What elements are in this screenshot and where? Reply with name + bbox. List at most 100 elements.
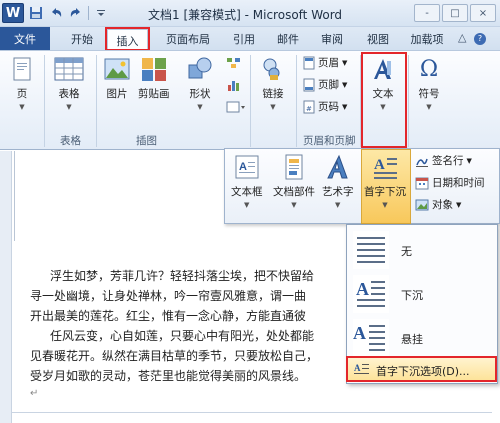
redo-icon[interactable] bbox=[68, 5, 84, 21]
page-bottom-edge bbox=[12, 412, 492, 413]
picture-icon bbox=[103, 55, 131, 83]
save-icon[interactable] bbox=[28, 5, 44, 21]
paragraph-mark: ↵ bbox=[30, 388, 39, 399]
word-app-icon[interactable]: W bbox=[2, 3, 24, 23]
shapes-button[interactable]: 形状 ▼ bbox=[186, 55, 214, 111]
wordart-button[interactable]: 艺术字 ▼ bbox=[322, 153, 354, 209]
date-time-label: 日期和时间 bbox=[432, 177, 485, 189]
svg-text:A: A bbox=[356, 279, 369, 299]
link-button[interactable]: 链接 ▼ bbox=[259, 55, 287, 111]
wordart-label: 艺术字 bbox=[322, 186, 354, 198]
tab-review[interactable]: 审阅 bbox=[312, 27, 352, 50]
insert-tab-highlight bbox=[105, 27, 150, 51]
link-label: 链接 bbox=[262, 88, 284, 100]
dropcap-margin-icon: A bbox=[353, 319, 389, 357]
signature-line-label: 签名行 bbox=[432, 155, 464, 167]
dropcap-none-label: 无 bbox=[401, 245, 412, 258]
textbox-button[interactable]: A 文本框 ▼ bbox=[231, 153, 263, 209]
undo-icon[interactable] bbox=[48, 5, 64, 21]
signature-line-button[interactable]: 签名行 ▼ bbox=[415, 153, 472, 168]
dropcap-options-icon: A bbox=[354, 363, 369, 374]
minimize-button[interactable]: - bbox=[414, 4, 440, 22]
symbol-button[interactable]: Ω 符号 ▼ bbox=[415, 55, 443, 112]
shapes-icon bbox=[186, 55, 214, 83]
chevron-down-icon: ▼ bbox=[19, 103, 25, 111]
quick-parts-button[interactable]: 文档部件 ▼ bbox=[273, 153, 315, 209]
group-separator bbox=[96, 55, 97, 147]
page-number-button[interactable]: # 页码 ▼ bbox=[303, 99, 347, 114]
dropcap-option-none[interactable]: 无 bbox=[347, 229, 497, 273]
quick-parts-label: 文档部件 bbox=[273, 186, 315, 198]
chevron-down-icon: ▼ bbox=[335, 201, 341, 209]
dropcap-dropped-icon: A bbox=[353, 275, 389, 313]
doc-line-2: 寻一处幽境，让身处禅林，吟一帘壹风雅意，谓一曲 bbox=[30, 289, 307, 303]
header-button[interactable]: 页眉 ▼ bbox=[303, 55, 347, 70]
omega-icon: Ω bbox=[419, 56, 439, 82]
quick-parts-icon bbox=[280, 153, 308, 181]
doc-line-6: 受岁月如歌的灵动，苍茫里也能觉得美丽的风景线。 bbox=[30, 369, 307, 383]
page-icon bbox=[8, 55, 36, 83]
dropcap-options-label: 首字下沉选项(D)... bbox=[376, 365, 470, 378]
tab-file[interactable]: 文件 bbox=[0, 27, 50, 50]
ribbon-collapse-icon[interactable]: △ bbox=[458, 31, 466, 44]
chevron-down-icon: ▼ bbox=[66, 103, 72, 111]
tab-home[interactable]: 开始 bbox=[60, 27, 104, 50]
chevron-down-icon: ▼ bbox=[426, 103, 432, 111]
table-button[interactable]: 表格 ▼ bbox=[52, 55, 86, 111]
shapes-label: 形状 bbox=[189, 88, 211, 100]
symbol-label: 符号 bbox=[418, 88, 440, 100]
chevron-down-icon: ▼ bbox=[342, 80, 348, 89]
tab-addins[interactable]: 加载项 bbox=[402, 27, 452, 50]
group-label-header-footer: 页眉和页脚 bbox=[303, 135, 356, 147]
window-title: 文档1 [兼容模式] - Microsoft Word bbox=[148, 8, 343, 22]
left-ruler bbox=[0, 151, 12, 423]
object-label: 对象 bbox=[432, 199, 453, 211]
help-icon[interactable]: ? bbox=[473, 33, 486, 45]
help-area: △ ? bbox=[458, 31, 486, 45]
group-separator bbox=[44, 55, 45, 147]
tab-page-layout[interactable]: 页面布局 bbox=[156, 27, 220, 50]
smartart-icon[interactable] bbox=[226, 55, 242, 70]
dropcap-option-margin[interactable]: A 悬挂 bbox=[347, 317, 497, 361]
footer-label: 页脚 bbox=[318, 79, 339, 91]
textbox-icon: A bbox=[233, 153, 261, 181]
page-number-label: 页码 bbox=[318, 101, 339, 113]
clipart-label: 剪贴画 bbox=[138, 88, 170, 100]
picture-button[interactable]: 图片 bbox=[103, 55, 131, 101]
dropcap-option-dropped[interactable]: A 下沉 bbox=[347, 273, 497, 317]
tab-references[interactable]: 引用 bbox=[224, 27, 264, 50]
title-bar: W 文档1 [兼容模式] - Microsoft Word - □ × bbox=[0, 0, 500, 27]
close-button[interactable]: × bbox=[470, 4, 496, 22]
svg-text:#: # bbox=[306, 105, 312, 113]
svg-text:A: A bbox=[354, 363, 361, 373]
date-time-button[interactable]: 日期和时间 bbox=[415, 175, 485, 190]
dropcap-label: 首字下沉 bbox=[364, 186, 406, 198]
chart-icon[interactable] bbox=[226, 77, 242, 92]
tab-view[interactable]: 视图 bbox=[358, 27, 398, 50]
table-label: 表格 bbox=[58, 88, 80, 100]
dropcap-button[interactable]: A 首字下沉 ▼ bbox=[364, 153, 406, 209]
page-edge bbox=[14, 151, 15, 241]
customize-icon[interactable] bbox=[93, 5, 109, 21]
footer-button[interactable]: 页脚 ▼ bbox=[303, 77, 347, 92]
dropcap-dropped-label: 下沉 bbox=[401, 289, 423, 302]
wordart-icon bbox=[324, 153, 352, 181]
table-icon bbox=[52, 55, 86, 83]
page-button[interactable]: 页 ▼ bbox=[8, 55, 36, 111]
doc-line-3: 开出最美的莲花。红尘，惟有一念心静，方能直通彼 bbox=[30, 309, 307, 323]
group-label-tables: 表格 bbox=[60, 135, 81, 147]
tab-mailings[interactable]: 邮件 bbox=[268, 27, 308, 50]
chevron-down-icon: ▼ bbox=[291, 201, 297, 209]
dropcap-options-menu-item[interactable]: A 首字下沉选项(D)... bbox=[346, 356, 497, 382]
chevron-down-icon: ▼ bbox=[197, 103, 203, 111]
chevron-down-icon: ▼ bbox=[382, 201, 388, 209]
header-label: 页眉 bbox=[318, 57, 339, 69]
doc-line-1: 浮生如梦，芳菲几许？轻轻抖落尘埃，把不快留给 bbox=[50, 269, 315, 283]
clipart-button[interactable]: 剪贴画 bbox=[138, 55, 170, 101]
chevron-down-icon: ▼ bbox=[270, 103, 276, 111]
group-separator bbox=[250, 55, 251, 147]
text-group-panel: A 文本框 ▼ 文档部件 ▼ 艺术字 ▼ A 首字下沉 ▼ 签名行 ▼ 日期和时… bbox=[224, 148, 500, 224]
screenshot-icon[interactable] bbox=[226, 99, 246, 114]
object-button[interactable]: 对象 ▼ bbox=[415, 197, 461, 212]
maximize-button[interactable]: □ bbox=[442, 4, 468, 22]
